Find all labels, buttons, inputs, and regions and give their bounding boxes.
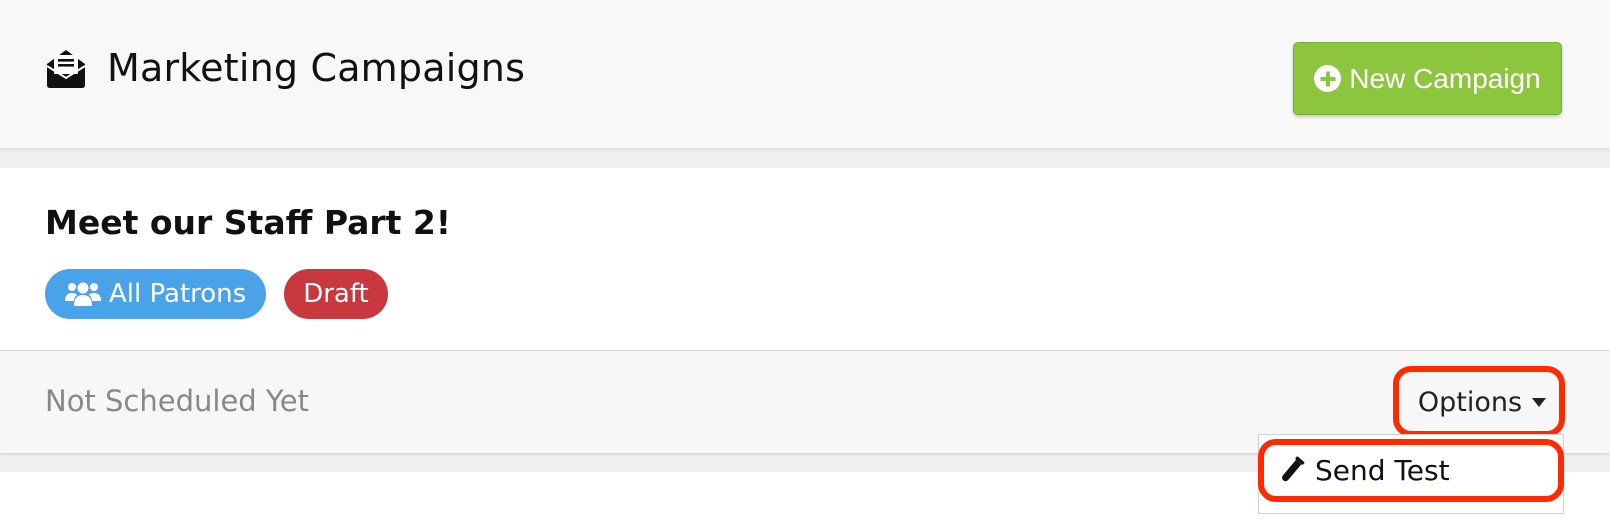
options-label: Options: [1417, 386, 1523, 418]
page-header: Marketing Campaigns New Campaign: [0, 0, 1610, 148]
send-test-label: Send Test: [1315, 453, 1450, 487]
campaign-card: Meet our Staff Part 2! All Patrons Draft…: [0, 168, 1610, 453]
campaign-title: Meet our Staff Part 2!: [45, 203, 451, 242]
plus-circle-icon: [1314, 65, 1342, 92]
new-campaign-button[interactable]: New Campaign: [1293, 42, 1562, 115]
vial-icon: [1282, 456, 1305, 482]
envelope-open-text-icon: [46, 50, 86, 88]
schedule-status: Not Scheduled Yet: [45, 384, 309, 418]
new-campaign-label: New Campaign: [1349, 62, 1541, 94]
audience-badge: All Patrons: [45, 269, 267, 319]
campaign-tags: All Patrons Draft: [45, 269, 388, 319]
options-dropdown-button[interactable]: Options: [1408, 378, 1556, 426]
audience-label: All Patrons: [109, 279, 247, 309]
page-title: Marketing Campaigns: [107, 46, 526, 90]
send-test-menu-item[interactable]: Send Test: [1278, 450, 1450, 490]
status-badge: Draft: [284, 269, 388, 319]
header-title-group: Marketing Campaigns: [45, 44, 525, 92]
caret-down-icon: [1532, 397, 1547, 407]
status-label: Draft: [303, 279, 369, 309]
users-icon: [65, 282, 101, 306]
